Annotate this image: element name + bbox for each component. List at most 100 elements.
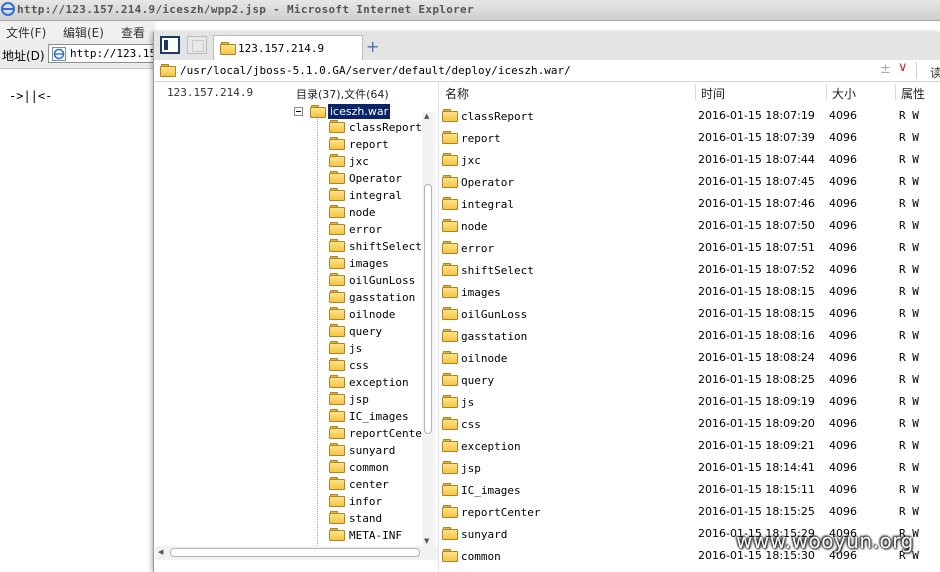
table-row[interactable]: js 2016-01-15 18:09:19 4096 R W	[439, 392, 940, 414]
folder-icon	[442, 109, 458, 122]
folder-icon	[329, 154, 345, 167]
column-attr[interactable]: 属性	[901, 85, 925, 102]
table-row[interactable]: oilnode 2016-01-15 18:08:24 4096 R W	[439, 348, 940, 370]
folder-icon	[160, 64, 176, 77]
table-row[interactable]: gasstation 2016-01-15 18:08:16 4096 R W	[439, 326, 940, 348]
tree-vertical-scrollbar[interactable]: ▲ ▼	[422, 112, 435, 547]
row-attr: R W	[899, 263, 919, 276]
table-row[interactable]: css 2016-01-15 18:09:20 4096 R W	[439, 414, 940, 436]
tree-item-label: Operator	[349, 172, 402, 185]
row-name: query	[461, 374, 495, 387]
menu-edit[interactable]: 编辑(E)	[63, 24, 104, 41]
row-size: 4096	[829, 351, 857, 364]
row-size: 4096	[829, 131, 857, 144]
row-name: gasstation	[461, 330, 528, 343]
tree-item-label: node	[349, 206, 376, 219]
table-row[interactable]: node 2016-01-15 18:07:50 4096 R W	[439, 216, 940, 238]
chevron-down-icon[interactable]: ∨	[898, 60, 908, 75]
folder-icon	[329, 307, 345, 320]
folder-icon	[442, 439, 458, 452]
folder-icon	[442, 285, 458, 298]
folder-icon	[329, 477, 345, 490]
table-row[interactable]: query 2016-01-15 18:08:25 4096 R W	[439, 370, 940, 392]
scroll-thumb[interactable]	[424, 184, 432, 434]
menu-view[interactable]: 查看	[121, 24, 145, 41]
row-name: reportCenter	[461, 506, 541, 519]
row-time: 2016-01-15 18:07:45	[698, 175, 815, 188]
folder-icon	[329, 426, 345, 439]
new-tab-icon[interactable]: +	[366, 37, 379, 56]
scroll-left-icon[interactable]: ◀	[158, 548, 163, 556]
row-attr: R W	[899, 175, 919, 188]
row-size: 4096	[829, 285, 857, 298]
row-time: 2016-01-15 18:08:25	[698, 373, 815, 386]
read-button[interactable]: 读	[930, 64, 940, 81]
tree-guide-line	[317, 116, 319, 546]
table-row[interactable]: shiftSelect 2016-01-15 18:07:52 4096 R W	[439, 260, 940, 282]
row-time: 2016-01-15 18:15:25	[698, 505, 815, 518]
row-name: images	[461, 286, 501, 299]
table-row[interactable]: classReport 2016-01-15 18:07:19 4096 R W	[439, 106, 940, 128]
scroll-up-icon[interactable]: ▲	[424, 112, 429, 120]
scroll-down-icon[interactable]: ▼	[424, 537, 429, 545]
table-row[interactable]: Operator 2016-01-15 18:07:45 4096 R W	[439, 172, 940, 194]
row-time: 2016-01-15 18:14:41	[698, 461, 815, 474]
tree-horizontal-scrollbar[interactable]: ◀	[156, 546, 438, 560]
file-manager-window: 123.157.214.9 + /usr/local/jboss-5.1.0.G…	[153, 32, 940, 572]
folder-icon	[442, 351, 458, 364]
table-row[interactable]: integral 2016-01-15 18:07:46 4096 R W	[439, 194, 940, 216]
folder-icon	[329, 392, 345, 405]
scroll-thumb[interactable]	[170, 548, 420, 557]
column-name[interactable]: 名称	[445, 85, 469, 102]
folder-icon	[329, 341, 345, 354]
tree-item-label: css	[349, 359, 369, 372]
tab-list-button[interactable]	[187, 36, 207, 54]
table-row[interactable]: jxc 2016-01-15 18:07:44 4096 R W	[439, 150, 940, 172]
tree-item-label: IC_images	[349, 410, 409, 423]
table-row[interactable]: reportCenter 2016-01-15 18:15:25 4096 R W	[439, 502, 940, 524]
row-time: 2016-01-15 18:07:46	[698, 197, 815, 210]
tab-strip: 123.157.214.9 +	[154, 32, 940, 61]
row-attr: R W	[899, 153, 919, 166]
folder-icon	[329, 137, 345, 150]
menu-file[interactable]: 文件(F)	[6, 24, 46, 41]
row-size: 4096	[829, 461, 857, 474]
row-attr: R W	[899, 285, 919, 298]
row-attr: R W	[899, 329, 919, 342]
ie-page-icon	[52, 47, 66, 61]
folder-icon	[329, 528, 345, 541]
ie-menu-bar: 文件(F) 编辑(E) 查看	[0, 21, 155, 40]
table-row[interactable]: report 2016-01-15 18:07:39 4096 R W	[439, 128, 940, 150]
table-row[interactable]: oilGunLoss 2016-01-15 18:08:15 4096 R W	[439, 304, 940, 326]
row-size: 4096	[829, 153, 857, 166]
column-size[interactable]: 大小	[832, 85, 856, 102]
folder-icon	[442, 241, 458, 254]
row-size: 4096	[829, 241, 857, 254]
table-row[interactable]: jsp 2016-01-15 18:14:41 4096 R W	[439, 458, 940, 480]
row-name: exception	[461, 440, 521, 453]
tree-item-label: oilnode	[349, 308, 396, 321]
tab-connection[interactable]: 123.157.214.9	[213, 35, 363, 61]
row-attr: R W	[899, 439, 919, 452]
row-name: oilGunLoss	[461, 308, 528, 321]
column-time[interactable]: 时间	[701, 85, 725, 102]
folder-icon	[220, 42, 236, 55]
ie-title-bar: http://123.157.214.9/iceszh/wpp2.jsp - M…	[0, 0, 940, 21]
row-name: css	[461, 418, 481, 431]
table-row[interactable]: error 2016-01-15 18:07:51 4096 R W	[439, 238, 940, 260]
table-row[interactable]: IC_images 2016-01-15 18:15:11 4096 R W	[439, 480, 940, 502]
folder-icon	[442, 373, 458, 386]
tree-item-label: report	[349, 138, 389, 151]
row-name: classReport	[461, 110, 534, 123]
path-input[interactable]: /usr/local/jboss-5.1.0.GA/server/default…	[180, 64, 571, 77]
row-attr: R W	[899, 417, 919, 430]
add-path-icon[interactable]: ±	[880, 62, 891, 77]
table-row[interactable]: exception 2016-01-15 18:09:21 4096 R W	[439, 436, 940, 458]
row-attr: R W	[899, 109, 919, 122]
table-row[interactable]: images 2016-01-15 18:08:15 4096 R W	[439, 282, 940, 304]
collapse-icon[interactable]	[294, 107, 303, 116]
sidebar-toggle-button[interactable]	[160, 36, 180, 54]
row-name: integral	[461, 198, 514, 211]
address-input[interactable]: http://123.157	[48, 44, 163, 63]
folder-icon	[442, 153, 458, 166]
